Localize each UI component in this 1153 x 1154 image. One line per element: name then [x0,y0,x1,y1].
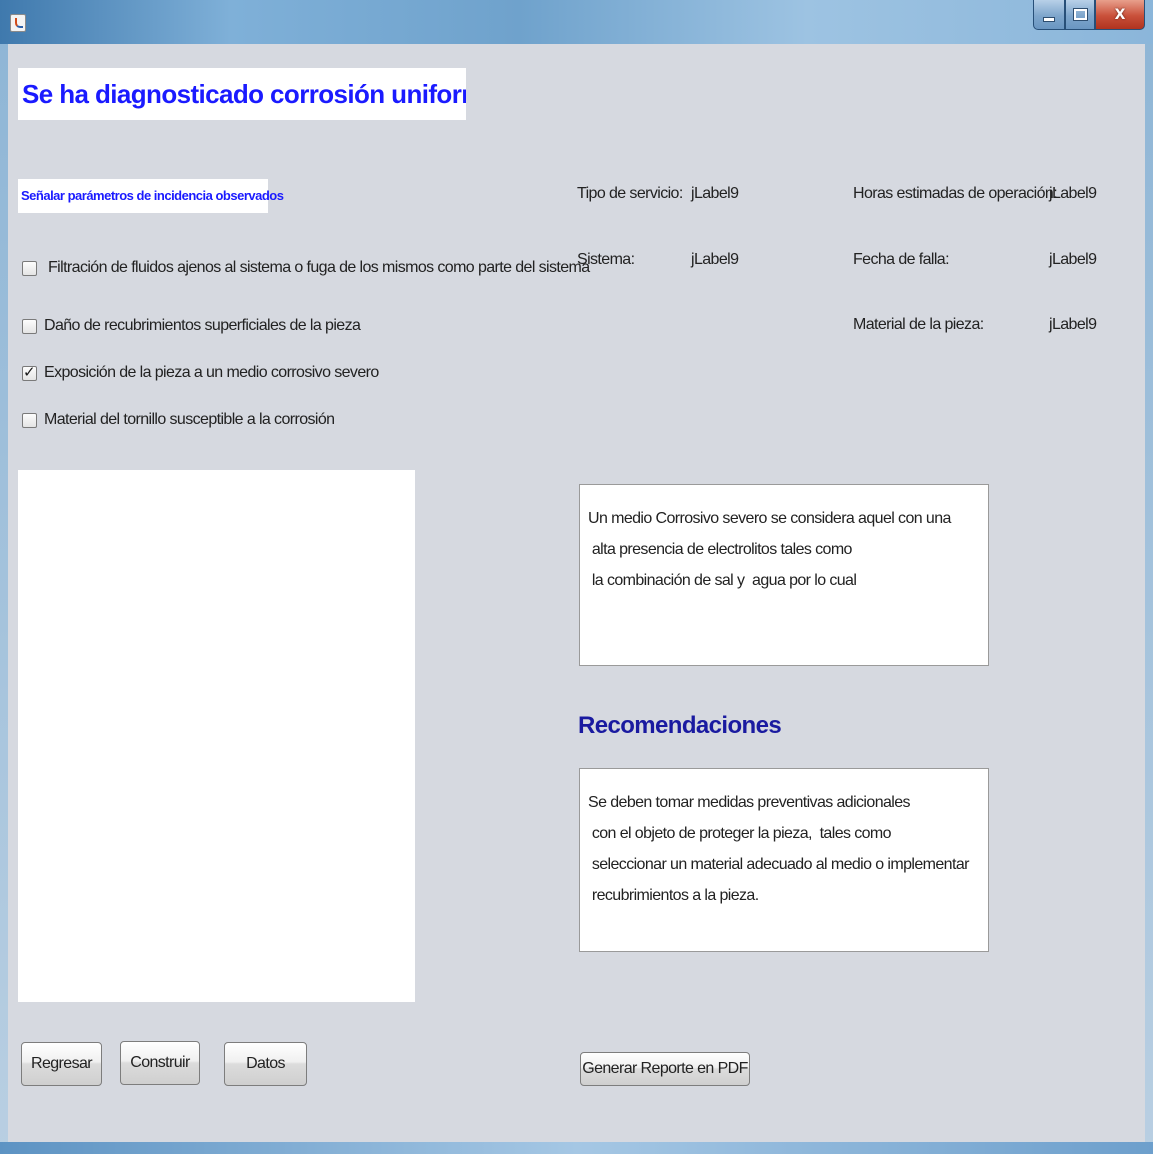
tipo-servicio-label: Tipo de servicio: [577,185,683,202]
description-line: la combinación de sal y agua por lo cual [588,572,857,589]
horas-operacion-label: Horas estimadas de operación: [853,185,1058,202]
checkbox-row-dano-recubrimientos[interactable]: Daño de recubrimientos superficiales de … [22,314,361,338]
checkbox-row-material-tornillo[interactable]: Material del tornillo susceptible a la c… [22,408,335,432]
checkbox-label: Daño de recubrimientos superficiales de … [44,317,361,334]
page-title: Se ha diagnosticado corrosión uniforme e… [18,68,466,120]
maximize-icon [1072,8,1088,21]
sistema-label: Sistema: [577,251,635,268]
horas-operacion-value: jLabel9 [1049,185,1097,202]
checkbox-dano-recubrimientos[interactable] [22,318,37,334]
checkbox-label: Material del tornillo susceptible a la c… [44,411,335,428]
checkbox-row-filtracion[interactable]: Filtración de fluidos ajenos al sistema … [22,256,590,280]
checkbox-material-tornillo[interactable] [22,412,37,428]
regresar-button[interactable]: Regresar [21,1042,102,1086]
application-window: X Se ha diagnosticado corrosión uniforme… [0,0,1153,1154]
tipo-servicio-value: jLabel9 [691,185,739,202]
recommendations-heading: Recomendaciones [578,712,782,739]
recommendation-line: Se deben tomar medidas preventivas adici… [588,794,911,811]
recommendations-textarea[interactable]: Se deben tomar medidas preventivas adici… [579,768,989,952]
construir-button[interactable]: Construir [120,1041,200,1085]
checkbox-exposicion[interactable] [22,363,37,381]
section-subtitle: Señalar parámetros de incidencia observa… [18,179,284,213]
minimize-icon [1043,17,1055,22]
content-panel: Se ha diagnosticado corrosión uniforme e… [8,44,1145,1142]
datos-button[interactable]: Datos [224,1042,307,1086]
recommendation-line: seleccionar un material adecuado al medi… [588,856,970,873]
java-cup-icon [10,14,26,32]
window-bottom-border [0,1142,1153,1154]
checkbox-label: Exposición de la pieza a un medio corros… [44,364,379,381]
fecha-falla-value: jLabel9 [1049,251,1097,268]
title-bar[interactable]: X [0,0,1153,44]
maximize-button[interactable] [1065,0,1095,30]
fecha-falla-label: Fecha de falla: [853,251,950,268]
description-line: Un medio Corrosivo severo se considera a… [588,510,951,527]
checkbox-row-exposicion[interactable]: Exposición de la pieza a un medio corros… [22,361,379,385]
description-line: alta presencia de electrolitos tales com… [588,541,853,558]
recommendation-line: recubrimientos a la pieza. [588,887,759,904]
image-panel [18,470,415,1002]
checkbox-filtracion[interactable] [22,260,37,276]
material-pieza-label: Material de la pieza: [853,316,984,333]
close-icon: X [1114,6,1126,23]
sistema-value: jLabel9 [691,251,739,268]
window-controls: X [1033,0,1145,30]
material-pieza-value: jLabel9 [1049,316,1097,333]
checkbox-label: Filtración de fluidos ajenos al sistema … [48,259,590,276]
generar-reporte-pdf-button[interactable]: Generar Reporte en PDF [580,1052,750,1086]
description-textarea[interactable]: Un medio Corrosivo severo se considera a… [579,484,989,666]
recommendation-line: con el objeto de proteger la pieza, tale… [588,825,892,842]
minimize-button[interactable] [1033,0,1065,30]
close-button[interactable]: X [1095,0,1145,30]
